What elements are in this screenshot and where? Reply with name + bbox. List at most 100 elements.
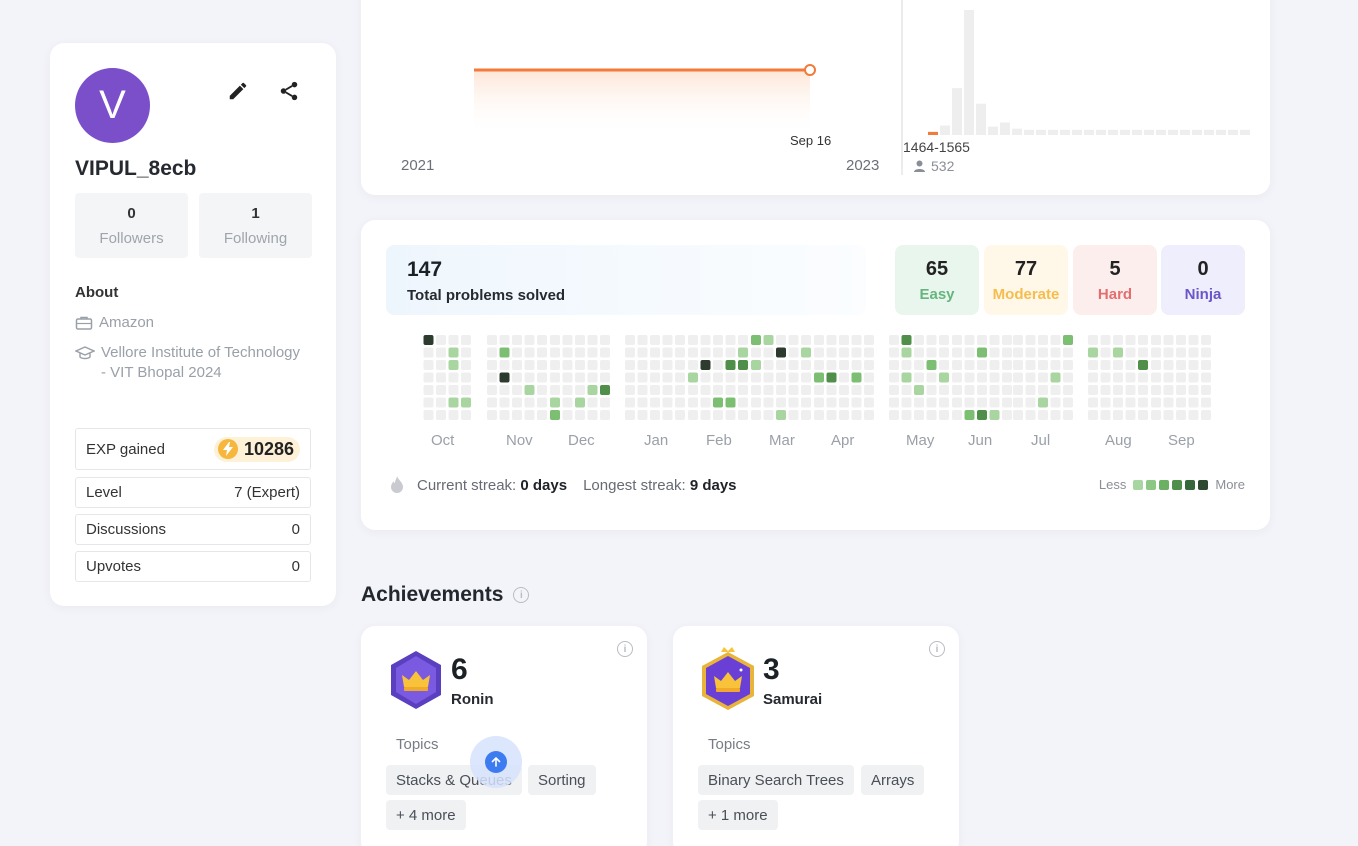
heatmap-cell[interactable] [448,335,459,345]
heatmap-cell[interactable] [952,397,962,408]
heatmap-cell[interactable] [688,360,698,370]
heatmap-cell[interactable] [662,410,673,420]
heatmap-cell[interactable] [512,360,522,370]
heatmap-cell[interactable] [1138,347,1148,358]
heatmap-cell[interactable] [575,372,585,383]
heatmap-cell[interactable] [575,360,585,370]
heatmap-cell[interactable] [1188,385,1199,395]
distribution-bar[interactable] [1096,129,1106,135]
heatmap-cell[interactable] [637,372,648,383]
heatmap-cell[interactable] [952,410,962,420]
heatmap-cell[interactable] [600,372,610,383]
heatmap-cell[interactable] [524,335,535,345]
heatmap-cell[interactable] [776,347,786,358]
heatmap-cell[interactable] [926,360,937,370]
heatmap-cell[interactable] [524,397,535,408]
heatmap-cell[interactable] [725,335,736,345]
heatmap-cell[interactable] [914,347,924,358]
heatmap-cell[interactable] [851,360,862,370]
heatmap-cell[interactable] [1100,397,1111,408]
heatmap-cell[interactable] [1125,372,1136,383]
topic-chip[interactable]: Arrays [861,765,925,795]
heatmap-cell[interactable] [700,372,711,383]
following-box[interactable]: 1 Following [199,193,312,258]
heatmap-cell[interactable] [1002,410,1012,420]
heatmap-cell[interactable] [788,410,799,420]
heatmap-cell[interactable] [1013,385,1023,395]
heatmap-cell[interactable] [587,397,598,408]
distribution-bar[interactable] [1060,129,1070,135]
heatmap-cell[interactable] [1050,410,1061,420]
discussions-row[interactable]: Discussions 0 [75,514,311,545]
heatmap-cell[interactable] [637,397,648,408]
heatmap-cell[interactable] [751,385,761,395]
distribution-bar[interactable] [1204,129,1214,135]
heatmap-cell[interactable] [738,347,748,358]
heatmap-cell[interactable] [1038,372,1048,383]
heatmap-cell[interactable] [851,335,862,345]
heatmap-cell[interactable] [512,372,522,383]
heatmap-cell[interactable] [864,397,874,408]
heatmap-cell[interactable] [1013,347,1023,358]
heatmap-cell[interactable] [1113,347,1123,358]
heatmap-cell[interactable] [839,372,849,383]
heatmap-cell[interactable] [788,397,799,408]
heatmap-cell[interactable] [776,410,786,420]
heatmap-cell[interactable] [926,397,937,408]
heatmap-cell[interactable] [1100,360,1111,370]
heatmap-cell[interactable] [864,335,874,345]
heatmap-cell[interactable] [1113,372,1123,383]
heatmap-cell[interactable] [1201,372,1211,383]
heatmap-cell[interactable] [926,385,937,395]
heatmap-cell[interactable] [939,385,949,395]
heatmap-cell[interactable] [688,397,698,408]
heatmap-cell[interactable] [499,385,510,395]
heatmap-cell[interactable] [801,410,811,420]
heatmap-cell[interactable] [713,410,723,420]
heatmap-cell[interactable] [448,360,459,370]
heatmap-cell[interactable] [537,372,547,383]
heatmap-cell[interactable] [989,397,1000,408]
heatmap-cell[interactable] [1163,335,1174,345]
heatmap-cell[interactable] [1163,410,1174,420]
heatmap-cell[interactable] [1138,335,1148,345]
heatmap-cell[interactable] [814,385,824,395]
ninja-box[interactable]: 0 Ninja [1161,245,1245,315]
heatmap-cell[interactable] [763,360,774,370]
heatmap-cell[interactable] [1176,347,1186,358]
heatmap-cell[interactable] [700,347,711,358]
heatmap-cell[interactable] [1013,335,1023,345]
heatmap-cell[interactable] [1025,360,1036,370]
heatmap-cell[interactable] [637,385,648,395]
heatmap-cell[interactable] [738,372,748,383]
heatmap-cell[interactable] [814,397,824,408]
heatmap-cell[interactable] [575,335,585,345]
heatmap-cell[interactable] [964,360,975,370]
heatmap-cell[interactable] [989,385,1000,395]
heatmap-cell[interactable] [1063,385,1073,395]
heatmap-cell[interactable] [801,372,811,383]
heatmap-cell[interactable] [1063,372,1073,383]
heatmap-cell[interactable] [1113,335,1123,345]
heatmap-cell[interactable] [650,347,660,358]
heatmap-cell[interactable] [637,410,648,420]
heatmap-cell[interactable] [537,397,547,408]
heatmap-cell[interactable] [423,410,434,420]
heatmap-cell[interactable] [675,360,685,370]
distribution-bar[interactable] [1240,129,1250,135]
heatmap-cell[interactable] [1050,397,1061,408]
heatmap-cell[interactable] [575,385,585,395]
heatmap-cell[interactable] [423,335,434,345]
heatmap-cell[interactable] [989,360,1000,370]
heatmap-cell[interactable] [688,385,698,395]
heatmap-cell[interactable] [713,335,723,345]
heatmap-cell[interactable] [575,397,585,408]
heatmap-cell[interactable] [625,335,635,345]
heatmap-cell[interactable] [952,347,962,358]
heatmap-cell[interactable] [587,385,598,395]
heatmap-cell[interactable] [550,360,560,370]
heatmap-cell[interactable] [977,372,987,383]
heatmap-cell[interactable] [901,410,912,420]
heatmap-cell[interactable] [725,410,736,420]
heatmap-cell[interactable] [1088,347,1098,358]
